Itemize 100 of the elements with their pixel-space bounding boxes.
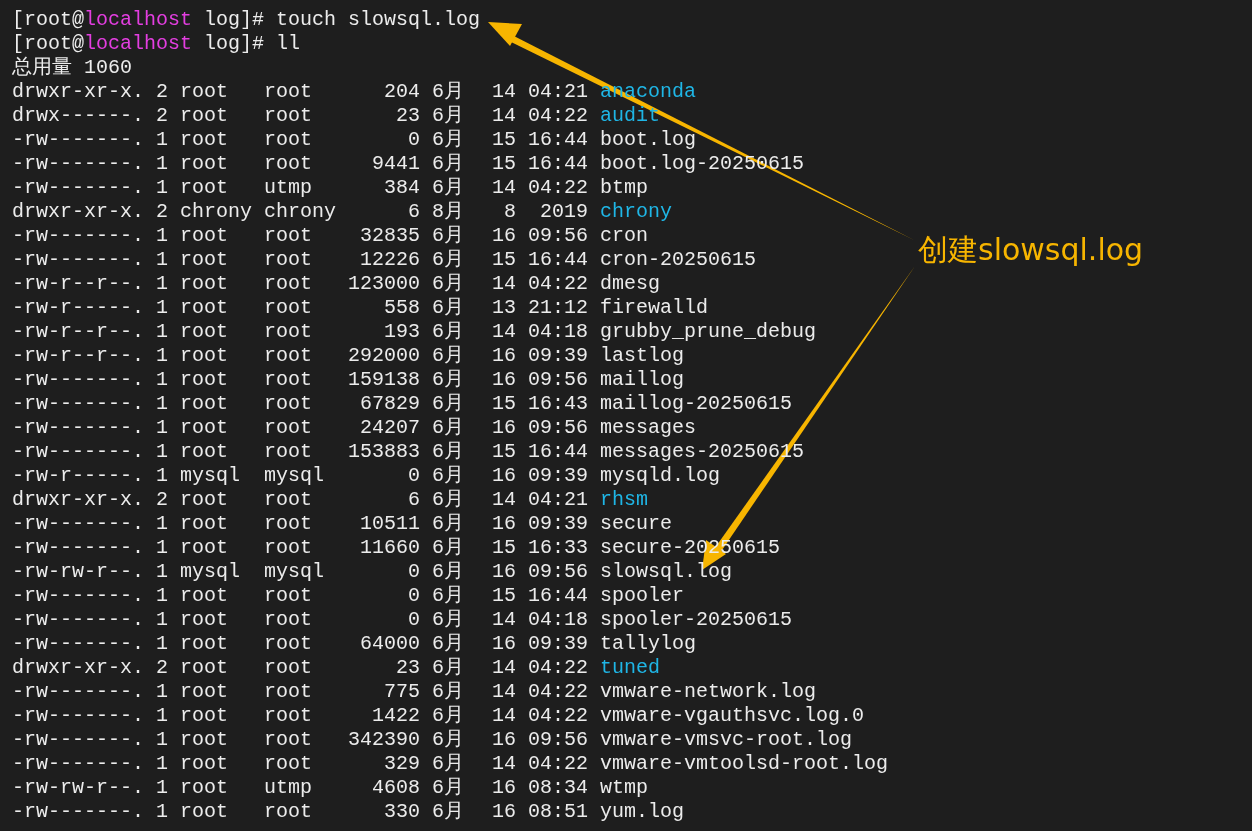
- permissions-text: -rw-------.: [12, 440, 144, 464]
- time-text: 04:22: [528, 680, 588, 704]
- file-name: cron-20250615: [600, 248, 757, 272]
- day-text: 16: [491, 344, 516, 368]
- day-text: 16: [491, 728, 516, 752]
- month-text: 6月: [432, 680, 465, 704]
- owner-text: root: [180, 416, 229, 440]
- link-count-text: 1: [156, 560, 168, 584]
- time-text: 09:56: [528, 224, 588, 248]
- owner-text: root: [180, 704, 229, 728]
- permissions-text: -rw-------.: [12, 800, 144, 824]
- group-text: root: [264, 656, 313, 680]
- permissions-text: -rw-------.: [12, 608, 144, 632]
- group-text: root: [264, 320, 313, 344]
- owner-text: root: [180, 680, 229, 704]
- owner-text: root: [180, 608, 229, 632]
- directory-name: chrony: [600, 200, 672, 224]
- time-text: 09:56: [528, 416, 588, 440]
- day-text: 14: [491, 80, 516, 104]
- day-text: 16: [491, 368, 516, 392]
- time-text: 04:18: [528, 320, 588, 344]
- file-name: secure: [600, 512, 672, 536]
- group-text: root: [264, 128, 313, 152]
- day-text: 14: [491, 320, 516, 344]
- size-text: 193: [383, 320, 420, 344]
- time-text: 16:44: [528, 584, 588, 608]
- group-text: utmp: [264, 776, 313, 800]
- time-text: 16:44: [528, 440, 588, 464]
- size-text: 11660: [359, 536, 420, 560]
- day-text: 16: [491, 416, 516, 440]
- prompt-host: localhost: [84, 8, 193, 32]
- month-text: 6月: [432, 800, 465, 824]
- size-text: 0: [407, 584, 420, 608]
- group-text: root: [264, 368, 313, 392]
- month-text: 6月: [432, 536, 465, 560]
- size-text: 10511: [359, 512, 420, 536]
- link-count-text: 1: [156, 368, 168, 392]
- link-count-text: 2: [156, 200, 168, 224]
- day-text: 15: [491, 128, 516, 152]
- link-count-text: 1: [156, 392, 168, 416]
- prompt-text: log]#: [203, 32, 265, 56]
- link-count-text: 1: [156, 680, 168, 704]
- file-name: maillog: [600, 368, 684, 392]
- owner-text: root: [180, 728, 229, 752]
- file-name: btmp: [600, 176, 648, 200]
- time-text: 04:22: [528, 104, 588, 128]
- owner-text: root: [180, 80, 229, 104]
- month-text: 6月: [432, 656, 465, 680]
- link-count-text: 1: [156, 776, 168, 800]
- owner-text: root: [180, 128, 229, 152]
- link-count-text: 1: [156, 248, 168, 272]
- month-text: 6月: [432, 416, 465, 440]
- file-name: vmware-vgauthsvc.log.0: [600, 704, 865, 728]
- group-text: root: [264, 344, 313, 368]
- permissions-text: -rw-------.: [12, 536, 144, 560]
- permissions-text: -rw-------.: [12, 152, 144, 176]
- day-text: 14: [491, 752, 516, 776]
- link-count-text: 1: [156, 608, 168, 632]
- size-text: 0: [407, 464, 420, 488]
- link-count-text: 2: [156, 488, 168, 512]
- link-count-text: 1: [156, 728, 168, 752]
- size-text: 558: [383, 296, 420, 320]
- month-text: 6月: [432, 608, 465, 632]
- time-text: 09:39: [528, 632, 588, 656]
- time-text: 04:22: [528, 656, 588, 680]
- size-text: 32835: [359, 224, 420, 248]
- owner-text: mysql: [180, 560, 241, 584]
- size-text: 67829: [359, 392, 420, 416]
- group-text: root: [264, 680, 313, 704]
- month-text: 6月: [432, 80, 465, 104]
- owner-text: root: [180, 176, 229, 200]
- owner-text: root: [180, 800, 229, 824]
- file-name: lastlog: [600, 344, 684, 368]
- day-text: 15: [491, 440, 516, 464]
- month-text: 8月: [432, 200, 465, 224]
- link-count-text: 1: [156, 224, 168, 248]
- file-name: spooler: [600, 584, 684, 608]
- group-text: root: [264, 248, 313, 272]
- link-count-text: 1: [156, 704, 168, 728]
- day-text: 8: [503, 200, 516, 224]
- command-text: touch slowsql.log: [276, 8, 481, 32]
- month-text: 6月: [432, 392, 465, 416]
- day-text: 14: [491, 608, 516, 632]
- month-text: 6月: [432, 128, 465, 152]
- group-text: root: [264, 632, 313, 656]
- directory-name: tuned: [600, 656, 660, 680]
- owner-text: root: [180, 296, 229, 320]
- day-text: 14: [491, 272, 516, 296]
- size-text: 6: [407, 200, 420, 224]
- month-text: 6月: [432, 488, 465, 512]
- size-text: 0: [407, 128, 420, 152]
- link-count-text: 1: [156, 536, 168, 560]
- group-text: root: [264, 296, 313, 320]
- command-text: ll: [276, 32, 301, 56]
- time-text: 04:18: [528, 608, 588, 632]
- month-text: 6月: [432, 752, 465, 776]
- month-text: 6月: [432, 728, 465, 752]
- size-text: 1422: [371, 704, 420, 728]
- day-text: 14: [491, 704, 516, 728]
- month-text: 6月: [432, 440, 465, 464]
